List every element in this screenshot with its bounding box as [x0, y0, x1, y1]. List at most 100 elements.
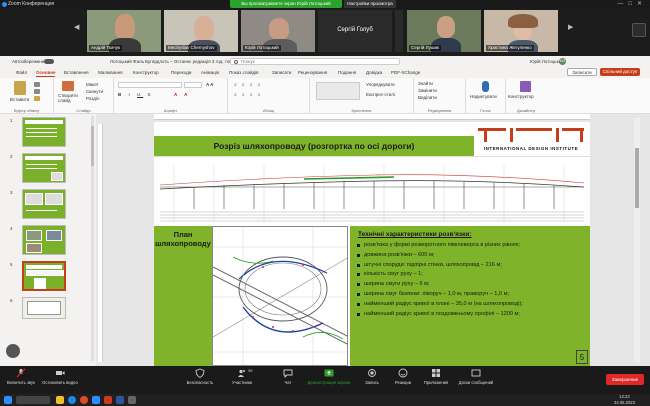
- strip-prev-icon[interactable]: ◀: [74, 23, 81, 37]
- font-name-select[interactable]: [118, 82, 182, 88]
- thumb-number: 5: [10, 262, 13, 267]
- bridge-section-drawing: [154, 156, 590, 222]
- participant-tile[interactable]: Сергій Голуб: [317, 9, 393, 53]
- file-explorer-icon[interactable]: [56, 396, 64, 404]
- slide-thumbnail-selected[interactable]: [22, 261, 66, 291]
- slide-thumbnail[interactable]: [22, 117, 66, 147]
- tab-pdfxchange[interactable]: PDF-XChange: [391, 70, 420, 75]
- chrome-icon[interactable]: [80, 396, 88, 404]
- participant-tile[interactable]: Христина Жегуленко: [483, 9, 559, 53]
- editor-scrollbar[interactable]: [634, 118, 640, 362]
- current-slide[interactable]: Розріз шляхопроводу (розгортка по осі до…: [154, 122, 590, 366]
- apps-button[interactable]: Приложения: [420, 368, 452, 385]
- dictate-button[interactable]: Надиктувати: [470, 94, 497, 99]
- designer-button[interactable]: Конструктор: [508, 94, 534, 99]
- tab-home[interactable]: Основне: [36, 70, 56, 77]
- paste-icon[interactable]: [14, 81, 26, 95]
- reactions-button[interactable]: Реакции: [390, 368, 416, 385]
- view-options-button[interactable]: Настройки просмотра: [344, 0, 396, 8]
- edge-icon[interactable]: [68, 396, 76, 404]
- font-size-select[interactable]: [184, 82, 202, 88]
- list-item: довжина розв'язки – 600 м;: [356, 251, 586, 261]
- slide-thumbnail[interactable]: [22, 153, 66, 183]
- taskbar-search-icon[interactable]: [16, 396, 50, 404]
- app-taskbar-icon[interactable]: [128, 396, 136, 404]
- powerpoint-taskbar-icon[interactable]: [104, 396, 112, 404]
- zoom-taskbar-icon[interactable]: [92, 396, 100, 404]
- section-heading: Розріз шляхопроводу (розгортка по осі до…: [154, 136, 474, 156]
- whiteboards-button[interactable]: Доски сообщений: [456, 368, 496, 385]
- scroll-thumb[interactable]: [91, 126, 94, 166]
- ribbon-group-editing: Знайти Замінити Виділити Редагування: [414, 78, 466, 114]
- new-slide-icon[interactable]: [62, 81, 74, 91]
- replace-button[interactable]: Замінити: [418, 88, 437, 93]
- share-screen-button[interactable]: Демонстрация экрана: [304, 368, 354, 385]
- slide-thumbnail[interactable]: [22, 189, 66, 219]
- tab-slideshow[interactable]: Показ слайдів: [229, 70, 258, 75]
- section-button[interactable]: Розділ: [86, 96, 99, 101]
- designer-icon[interactable]: [520, 81, 531, 92]
- microphone-icon[interactable]: [482, 81, 489, 92]
- document-title[interactable]: Лотоцький Фаль Бугердлоть – Останнє реда…: [110, 56, 235, 67]
- chat-button[interactable]: Чат: [278, 368, 298, 385]
- arrange-button[interactable]: Упорядкувати: [366, 82, 395, 87]
- participant-tile[interactable]: Mechyslav Chernyshov: [163, 9, 239, 53]
- tab-draw[interactable]: Малювання: [98, 70, 123, 75]
- scroll-thumb[interactable]: [635, 148, 639, 208]
- record-button[interactable]: Записати: [567, 68, 597, 76]
- new-slide-button[interactable]: Створити слайд: [58, 93, 82, 103]
- tab-help[interactable]: Довідка: [366, 70, 382, 75]
- chat-label: Чат: [284, 380, 292, 385]
- word-taskbar-icon[interactable]: [116, 396, 124, 404]
- tab-insert[interactable]: Вставлення: [64, 70, 89, 75]
- autosave-toggle[interactable]: [44, 59, 54, 64]
- record-button[interactable]: Запись: [360, 368, 384, 385]
- mic-button[interactable]: Включить звук: [4, 368, 38, 385]
- font-grow-icon[interactable]: A A: [206, 82, 213, 87]
- leave-button[interactable]: Завершение: [606, 374, 644, 385]
- copy-icon[interactable]: [34, 89, 40, 94]
- thumbnails-scrollbar[interactable]: [91, 116, 94, 361]
- video-button[interactable]: Остановить видео: [40, 368, 80, 385]
- vertical-ruler: [98, 124, 103, 362]
- participant-tile[interactable]: Сергій Лушик: [406, 9, 482, 53]
- list-buttons-icon[interactable]: ≡ ≡ ≡ ≡: [234, 82, 262, 87]
- select-button[interactable]: Виділити: [418, 95, 437, 100]
- tab-record[interactable]: Записати: [272, 70, 291, 75]
- taskbar-clock[interactable]: 12:23 24.05.2023: [614, 394, 635, 405]
- slide-thumbnail[interactable]: [22, 225, 66, 255]
- shapes-gallery[interactable]: [316, 82, 360, 100]
- tab-file[interactable]: Файл: [16, 70, 27, 75]
- tab-review[interactable]: Рецензування: [298, 70, 327, 75]
- find-button[interactable]: Знайти: [418, 81, 433, 86]
- participants-button[interactable]: Участники 39: [226, 368, 258, 385]
- align-buttons-icon[interactable]: ≡ ≡ ≡ ≡: [234, 92, 262, 97]
- reset-button[interactable]: Скинути: [86, 89, 103, 94]
- format-painter-icon[interactable]: [34, 96, 40, 101]
- share-button[interactable]: Спільний доступ: [600, 68, 640, 76]
- participant-tile[interactable]: Андрій Ткачук: [86, 9, 162, 53]
- zoom-reaction-icon: [6, 344, 20, 358]
- cut-icon[interactable]: [34, 82, 40, 87]
- security-button[interactable]: Безопасность: [182, 368, 218, 385]
- windows-start-icon[interactable]: [4, 396, 12, 404]
- font-style-buttons[interactable]: B I U S: [118, 92, 154, 97]
- avatar[interactable]: ЮЛ: [559, 58, 566, 65]
- tab-animations[interactable]: Анімація: [201, 70, 219, 75]
- slide-thumbnail[interactable]: [22, 297, 66, 319]
- tab-design[interactable]: Конструктор: [133, 70, 159, 75]
- tab-transitions[interactable]: Переходи: [171, 70, 191, 75]
- paste-button[interactable]: Вставити: [10, 97, 29, 102]
- ribbon-tabs: Файл Основне Вставлення Малювання Констр…: [0, 67, 650, 78]
- search-input[interactable]: Пошук: [230, 58, 400, 65]
- layout-button[interactable]: Макет: [86, 82, 99, 87]
- font-color-icon[interactable]: A A: [174, 92, 190, 97]
- strip-next-icon[interactable]: ▶: [568, 23, 575, 37]
- gallery-view-icon[interactable]: [632, 23, 646, 37]
- plan-title-line: План: [173, 230, 193, 239]
- window-controls[interactable]: —□✕: [617, 0, 647, 9]
- logo-bar: [516, 128, 552, 131]
- quick-styles-button[interactable]: Експрес-стилі: [366, 92, 395, 97]
- tab-view[interactable]: Подання: [338, 70, 356, 75]
- participant-tile[interactable]: Юрій Лотоцький: [240, 9, 316, 53]
